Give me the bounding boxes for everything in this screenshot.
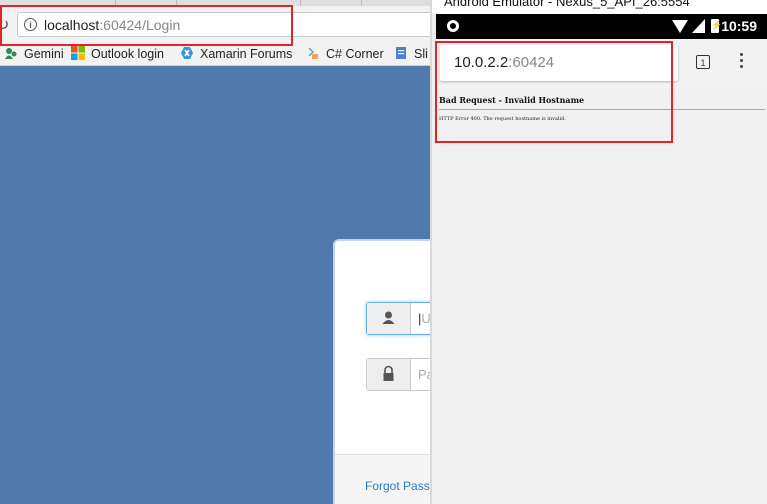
bookmarks-bar: Gemini Outlook login Xamarin Forums C# C… bbox=[0, 42, 430, 66]
error-divider bbox=[439, 109, 765, 110]
battery-icon bbox=[711, 19, 722, 33]
overflow-menu-icon[interactable] bbox=[740, 53, 744, 71]
xamarin-icon bbox=[181, 47, 193, 59]
microsoft-icon bbox=[71, 46, 85, 60]
mobile-address-bar[interactable]: 10.0.2.2:60424 bbox=[440, 45, 678, 81]
record-icon bbox=[447, 20, 459, 32]
login-page: |U Pa Forgot Passw bbox=[0, 66, 430, 504]
card-footer: Forgot Passw bbox=[335, 454, 430, 504]
android-emulator-window: Android Emulator - Nexus_5_API_26:5554 1… bbox=[430, 0, 767, 504]
tab-switcher-icon[interactable]: 1 bbox=[696, 55, 710, 69]
bookmark-outlook-login[interactable]: Outlook login bbox=[71, 46, 164, 61]
error-message: HTTP Error 400. The request hostname is … bbox=[439, 116, 566, 122]
login-card: |U Pa Forgot Passw bbox=[333, 239, 430, 504]
desktop-browser-window: ↻ i localhost:60424/Login Gemini Outlook… bbox=[0, 0, 430, 504]
address-bar[interactable]: i localhost:60424/Login bbox=[17, 12, 430, 37]
error-page: Bad Request - Invalid Hostname HTTP Erro… bbox=[436, 89, 767, 504]
reload-icon[interactable]: ↻ bbox=[0, 15, 9, 35]
bookmark-xamarin-forums[interactable]: Xamarin Forums bbox=[180, 46, 292, 61]
lock-icon bbox=[383, 365, 394, 381]
status-time: 10:59 bbox=[721, 18, 757, 34]
user-addon bbox=[367, 303, 411, 334]
wifi-icon bbox=[672, 20, 688, 33]
emulator-title: Android Emulator - Nexus_5_API_26:5554 bbox=[444, 0, 690, 9]
bookmark-csharp-corner[interactable]: C# Corner bbox=[306, 46, 384, 61]
mobile-address-url: 10.0.2.2:60424 bbox=[454, 54, 555, 71]
password-input[interactable]: Pa bbox=[418, 367, 430, 382]
info-icon[interactable]: i bbox=[24, 18, 37, 31]
emulator-title-bar: Android Emulator - Nexus_5_API_26:5554 bbox=[432, 0, 767, 14]
username-input-group[interactable]: |U bbox=[366, 302, 430, 335]
address-url: localhost:60424/Login bbox=[44, 17, 181, 33]
android-status-bar: 10:59 bbox=[436, 14, 767, 39]
csharp-corner-icon bbox=[308, 47, 318, 59]
error-title: Bad Request - Invalid Hostname bbox=[439, 95, 585, 105]
user-icon bbox=[382, 311, 395, 324]
username-input[interactable]: |U bbox=[418, 311, 430, 326]
document-icon bbox=[396, 47, 406, 59]
bookmark-gemini[interactable]: Gemini bbox=[4, 46, 64, 61]
lock-addon bbox=[367, 359, 411, 390]
bookmark-sli[interactable]: Sli bbox=[394, 46, 428, 61]
gemini-icon bbox=[5, 48, 17, 59]
mobile-chrome-toolbar: 10.0.2.2:60424 1 bbox=[436, 39, 767, 89]
signal-icon bbox=[692, 19, 705, 33]
password-input-group[interactable]: Pa bbox=[366, 358, 430, 391]
browser-toolbar: ↻ i localhost:60424/Login bbox=[0, 6, 430, 42]
forgot-password-link[interactable]: Forgot Passw bbox=[365, 479, 430, 493]
